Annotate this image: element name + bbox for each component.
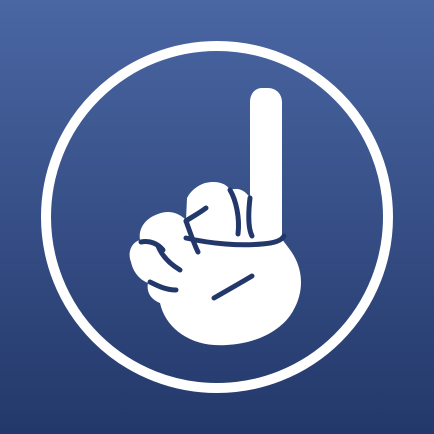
app-icon-graphic [0, 0, 434, 434]
app-icon [0, 0, 434, 434]
